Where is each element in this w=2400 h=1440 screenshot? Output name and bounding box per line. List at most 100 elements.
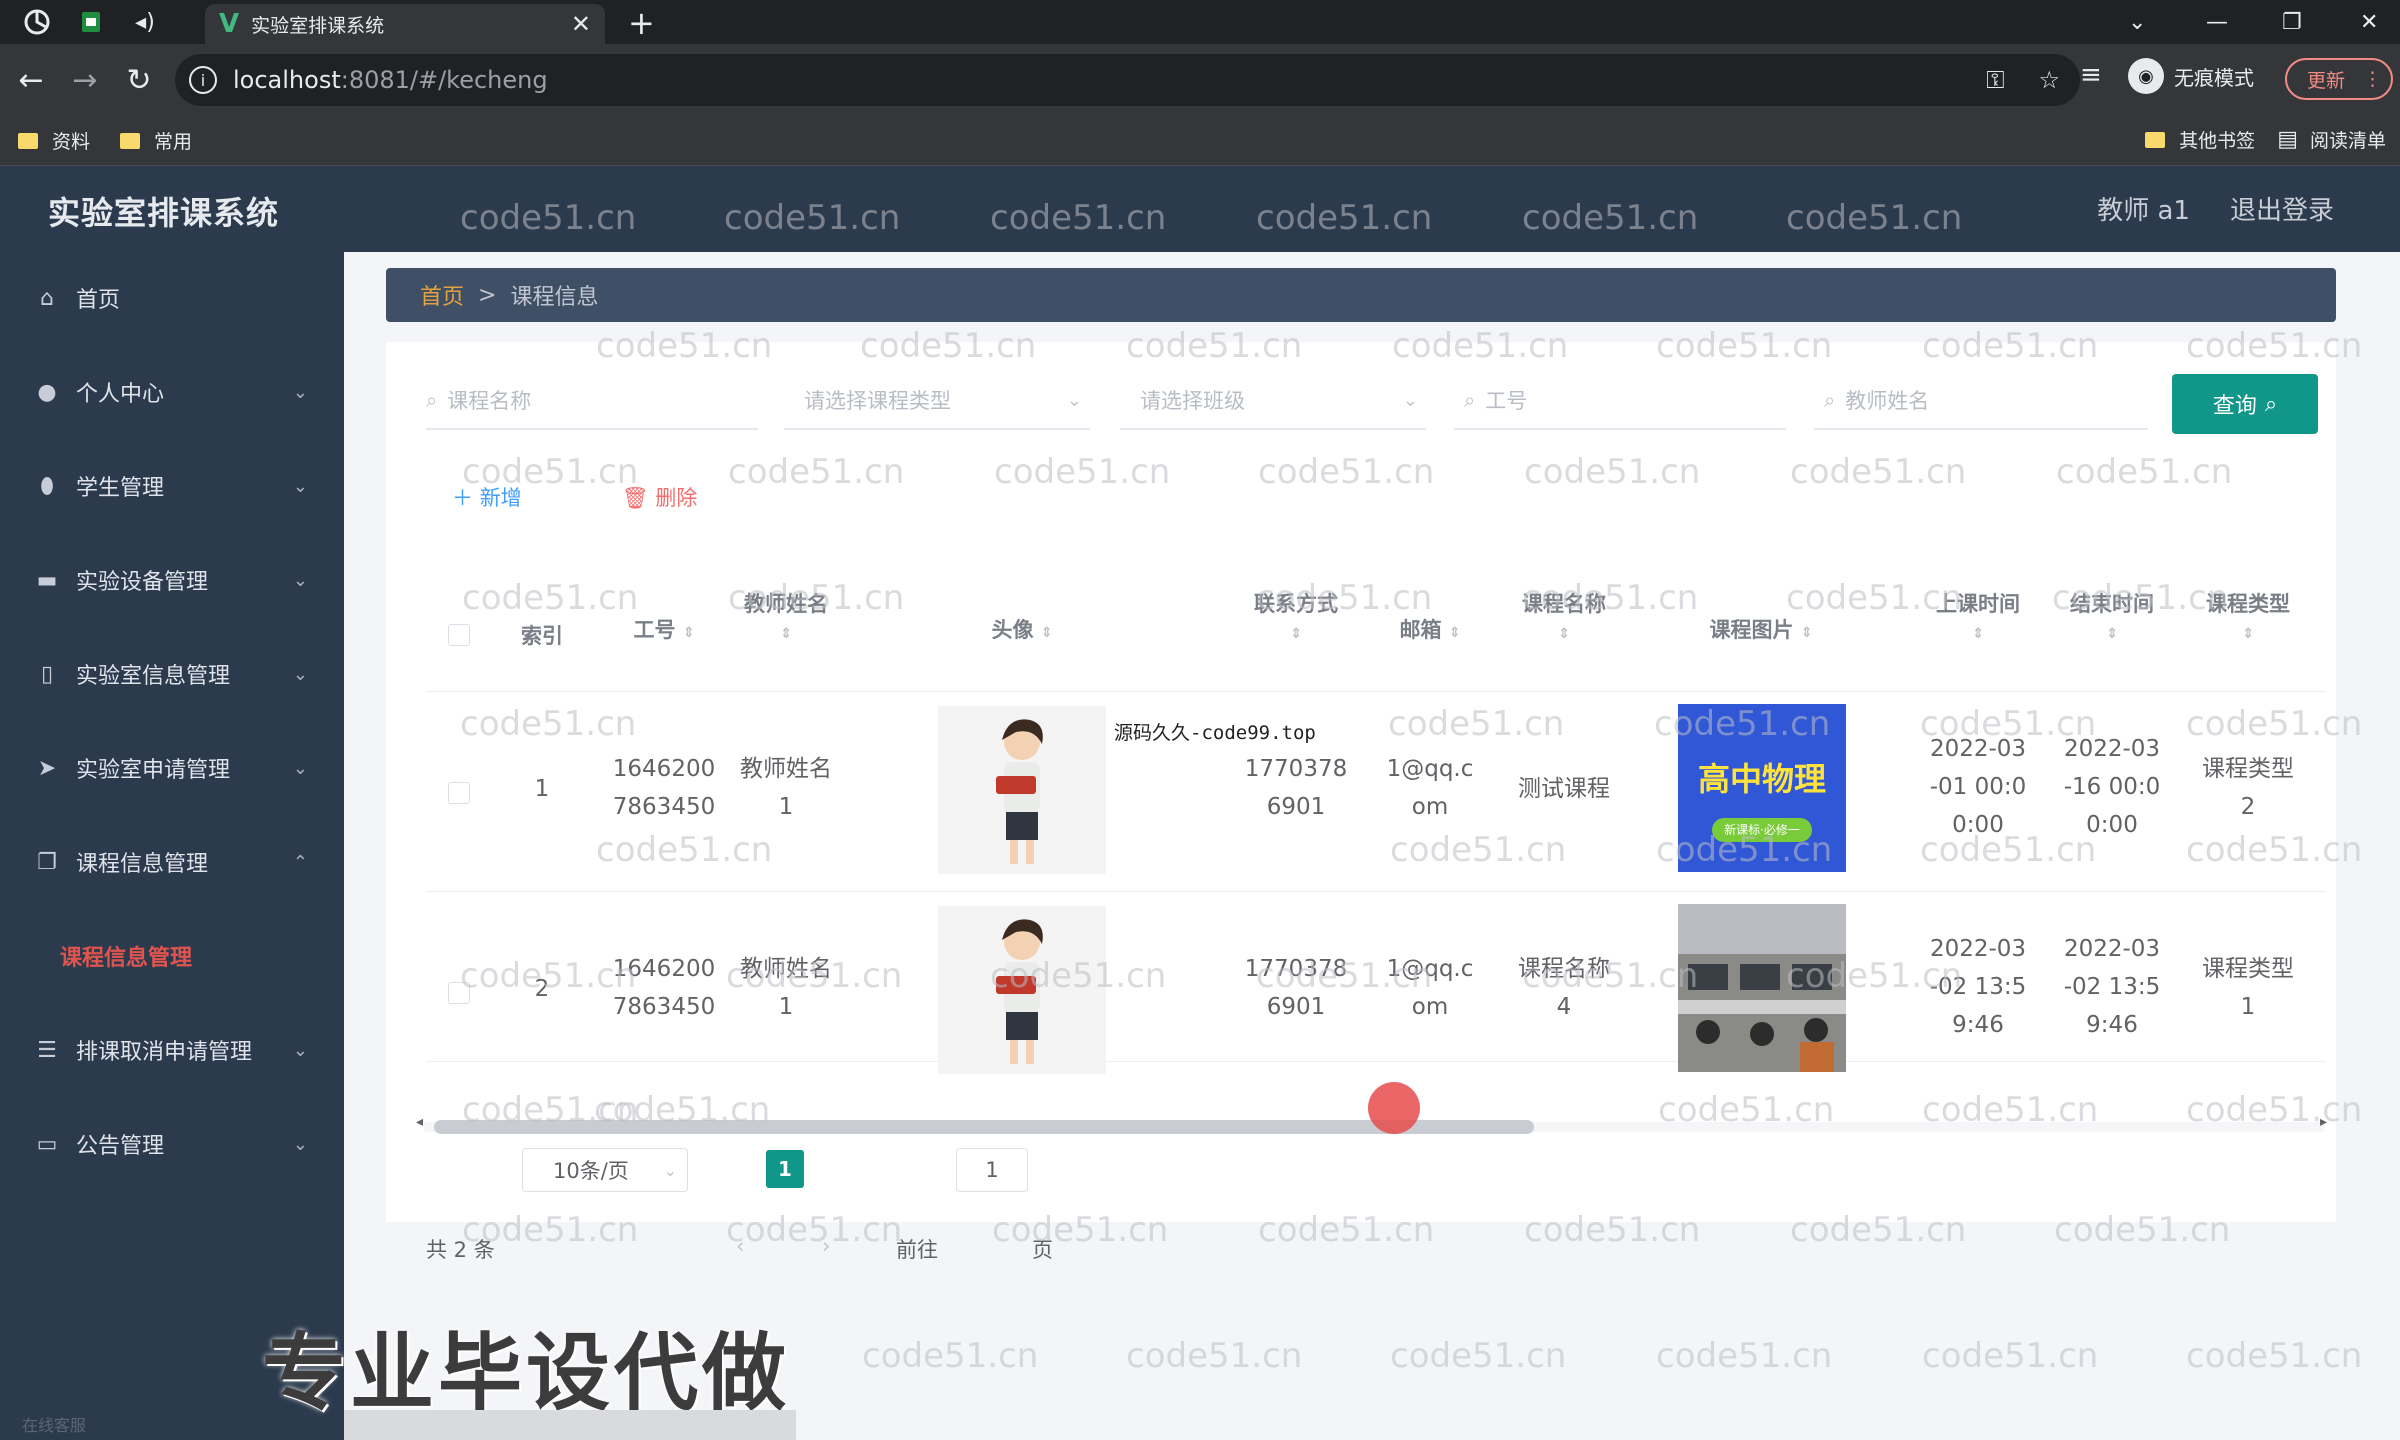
- scroll-left-icon[interactable]: ◂: [416, 1114, 423, 1130]
- sort-icon[interactable]: ⇕: [1449, 625, 1461, 641]
- header-end-time[interactable]: 结束时间 ⇕: [2052, 588, 2172, 642]
- tab-search-icon[interactable]: ⌄: [2128, 0, 2146, 44]
- forward-icon[interactable]: →: [62, 57, 108, 103]
- folder-icon: [2145, 131, 2166, 148]
- sidebar-subitem-course-info[interactable]: 课程信息管理: [0, 928, 344, 984]
- sidebar-item-cancel-apply[interactable]: ☰ 排课取消申请管理 ⌄: [0, 1020, 344, 1080]
- tab-title: 实验室排课系统: [251, 14, 385, 37]
- class-select[interactable]: 请选择班级 ⌄: [1120, 372, 1426, 430]
- header-avatar-label: 头像: [991, 618, 1034, 642]
- cell-course-name: 测试课程: [1494, 770, 1634, 808]
- close-tab-icon[interactable]: ✕: [571, 10, 591, 38]
- sort-icon[interactable]: ⇕: [1801, 625, 1813, 641]
- url-field[interactable]: i localhost:8081/#/kecheng ⚿ ☆: [175, 54, 2080, 106]
- reload-icon[interactable]: ↻: [116, 57, 162, 103]
- pagination-total: 共 2 条: [426, 1238, 495, 1262]
- close-window-icon[interactable]: ✕: [2360, 0, 2378, 44]
- sort-icon[interactable]: ⇕: [2188, 626, 2308, 642]
- chevron-down-icon: ⌄: [292, 1133, 308, 1155]
- course-type-select[interactable]: 请选择课程类型 ⌄: [784, 372, 1090, 430]
- sort-icon[interactable]: ⇕: [1494, 626, 1634, 642]
- header-contact[interactable]: 联系方式 ⇕: [1226, 588, 1366, 642]
- sidebar-item-students[interactable]: ⬮ 学生管理 ⌄: [0, 456, 344, 516]
- header-teacher-name[interactable]: 教师姓名 ⇕: [726, 588, 846, 642]
- query-button[interactable]: 查询 ⌕: [2172, 374, 2318, 434]
- cell-teacher-name-line: 教师姓名: [740, 756, 832, 782]
- goto-page-input[interactable]: 1: [956, 1148, 1028, 1192]
- other-bookmarks[interactable]: 其他书签: [2145, 126, 2255, 153]
- sidebar-item-lab-info[interactable]: ▯ 实验室信息管理 ⌄: [0, 644, 344, 704]
- breadcrumb-home[interactable]: 首页: [420, 279, 464, 311]
- back-icon[interactable]: ←: [8, 57, 54, 103]
- briefcase-icon: ▬: [36, 567, 58, 593]
- bookmark-star-icon[interactable]: ☆: [2038, 66, 2060, 94]
- sort-icon[interactable]: ⇕: [1041, 625, 1053, 641]
- table-row[interactable]: 1 1646200 7863450 教师姓名 1 1770378 6901 1@qq.…: [426, 692, 2326, 892]
- sort-icon[interactable]: ⇕: [726, 626, 846, 642]
- sidebar-item-equipment[interactable]: ▬ 实验设备管理 ⌄: [0, 550, 344, 610]
- teacher-name-filter[interactable]: ⌕ 教师姓名: [1814, 372, 2148, 430]
- reading-list[interactable]: ▤ 阅读清单: [2277, 126, 2386, 153]
- breadcrumb: 首页 > 课程信息: [386, 268, 2336, 322]
- header-avatar[interactable]: 头像 ⇕: [952, 614, 1092, 644]
- sort-icon[interactable]: ⇕: [683, 625, 695, 641]
- site-info-icon[interactable]: i: [189, 66, 217, 94]
- browser-tab-strip: ◂) V 实验室排课系统 ✕ + ⌄ — ❐ ✕: [0, 0, 2400, 44]
- cell-course-name-line: 课程名称: [1518, 956, 1610, 982]
- active-tab[interactable]: V 实验室排课系统 ✕: [205, 4, 605, 44]
- bookmark-folder-1[interactable]: 常用: [120, 127, 192, 154]
- more-menu-icon[interactable]: ⋮: [2363, 68, 2382, 90]
- scroll-right-icon[interactable]: ▸: [2320, 1114, 2327, 1130]
- row-checkbox[interactable]: [448, 982, 470, 1004]
- page-size-select[interactable]: 10条/页 ⌄: [522, 1148, 688, 1192]
- header-course-type[interactable]: 课程类型 ⇕: [2188, 588, 2308, 642]
- cell-email-line: 1@qq.c: [1386, 756, 1474, 782]
- sort-icon[interactable]: ⇕: [1226, 626, 1366, 642]
- chevron-down-icon: ⌄: [292, 475, 308, 497]
- add-button[interactable]: ＋ 新增: [452, 482, 522, 512]
- sidebar-item-label: 实验设备管理: [76, 570, 209, 595]
- sidebar-item-label: 实验室申请管理: [76, 758, 231, 783]
- new-tab-icon[interactable]: +: [628, 4, 655, 42]
- cell-job-no-line: 1646200: [612, 756, 716, 782]
- header-course-image[interactable]: 课程图片 ⇕: [1666, 614, 1856, 644]
- header-course-name[interactable]: 课程名称 ⇕: [1494, 588, 1634, 642]
- update-button[interactable]: 更新 ⋮: [2285, 58, 2393, 100]
- delete-label: 删除: [655, 486, 698, 510]
- sheet-tab-icon[interactable]: [74, 5, 108, 39]
- sidebar-item-profile[interactable]: ● 个人中心 ⌄: [0, 362, 344, 422]
- page-number-current[interactable]: 1: [766, 1150, 804, 1188]
- sidebar-item-lab-apply[interactable]: ➤ 实验室申请管理 ⌄: [0, 738, 344, 798]
- sidebar-item-notice[interactable]: ▭ 公告管理 ⌄: [0, 1114, 344, 1174]
- job-no-filter[interactable]: ⌕ 工号: [1454, 372, 1786, 430]
- table-row[interactable]: 2 1646200 7863450 教师姓名 1 1770378 6901 1@qq.…: [426, 892, 2326, 1074]
- key-icon[interactable]: ⚿: [1986, 66, 2004, 94]
- select-all-checkbox[interactable]: [448, 624, 470, 646]
- next-page-icon[interactable]: ›: [822, 1234, 830, 1258]
- course-image-subtitle: 新课标·必修一: [1712, 818, 1812, 842]
- bookmark-folder-0[interactable]: 资料: [18, 127, 90, 154]
- cell-contact-line: 1770378: [1244, 956, 1348, 982]
- header-email[interactable]: 邮箱 ⇕: [1370, 614, 1490, 644]
- reading-list-icon[interactable]: ≡: [2080, 60, 2102, 90]
- delete-button[interactable]: 🗑 删除: [622, 482, 697, 512]
- cell-end-time-line: 2022-03: [2063, 936, 2161, 962]
- sort-icon[interactable]: ⇕: [1918, 626, 2038, 642]
- sidebar-item-home[interactable]: ⌂ 首页: [0, 268, 344, 328]
- browser-logo-icon[interactable]: [20, 5, 54, 39]
- cell-course-type-line: 2: [2240, 794, 2256, 820]
- mouse-cursor-indicator: [1368, 1082, 1420, 1134]
- restore-icon[interactable]: ❐: [2282, 0, 2302, 44]
- header-start-time[interactable]: 上课时间 ⇕: [1918, 588, 2038, 642]
- speaker-icon[interactable]: ◂): [128, 5, 162, 39]
- prev-page-icon[interactable]: ‹: [736, 1234, 744, 1258]
- course-name-filter[interactable]: ⌕ 课程名称: [426, 372, 758, 430]
- row-checkbox[interactable]: [448, 782, 470, 804]
- logout-link[interactable]: 退出登录: [2230, 190, 2334, 227]
- header-job-no[interactable]: 工号 ⇕: [604, 614, 724, 644]
- sort-icon[interactable]: ⇕: [2052, 626, 2172, 642]
- incognito-indicator[interactable]: ◉ 无痕模式: [2128, 58, 2254, 94]
- minimize-icon[interactable]: —: [2206, 0, 2228, 44]
- scroll-thumb[interactable]: [434, 1120, 1534, 1134]
- sidebar-item-course-info[interactable]: ❐ 课程信息管理 ⌃: [0, 832, 344, 892]
